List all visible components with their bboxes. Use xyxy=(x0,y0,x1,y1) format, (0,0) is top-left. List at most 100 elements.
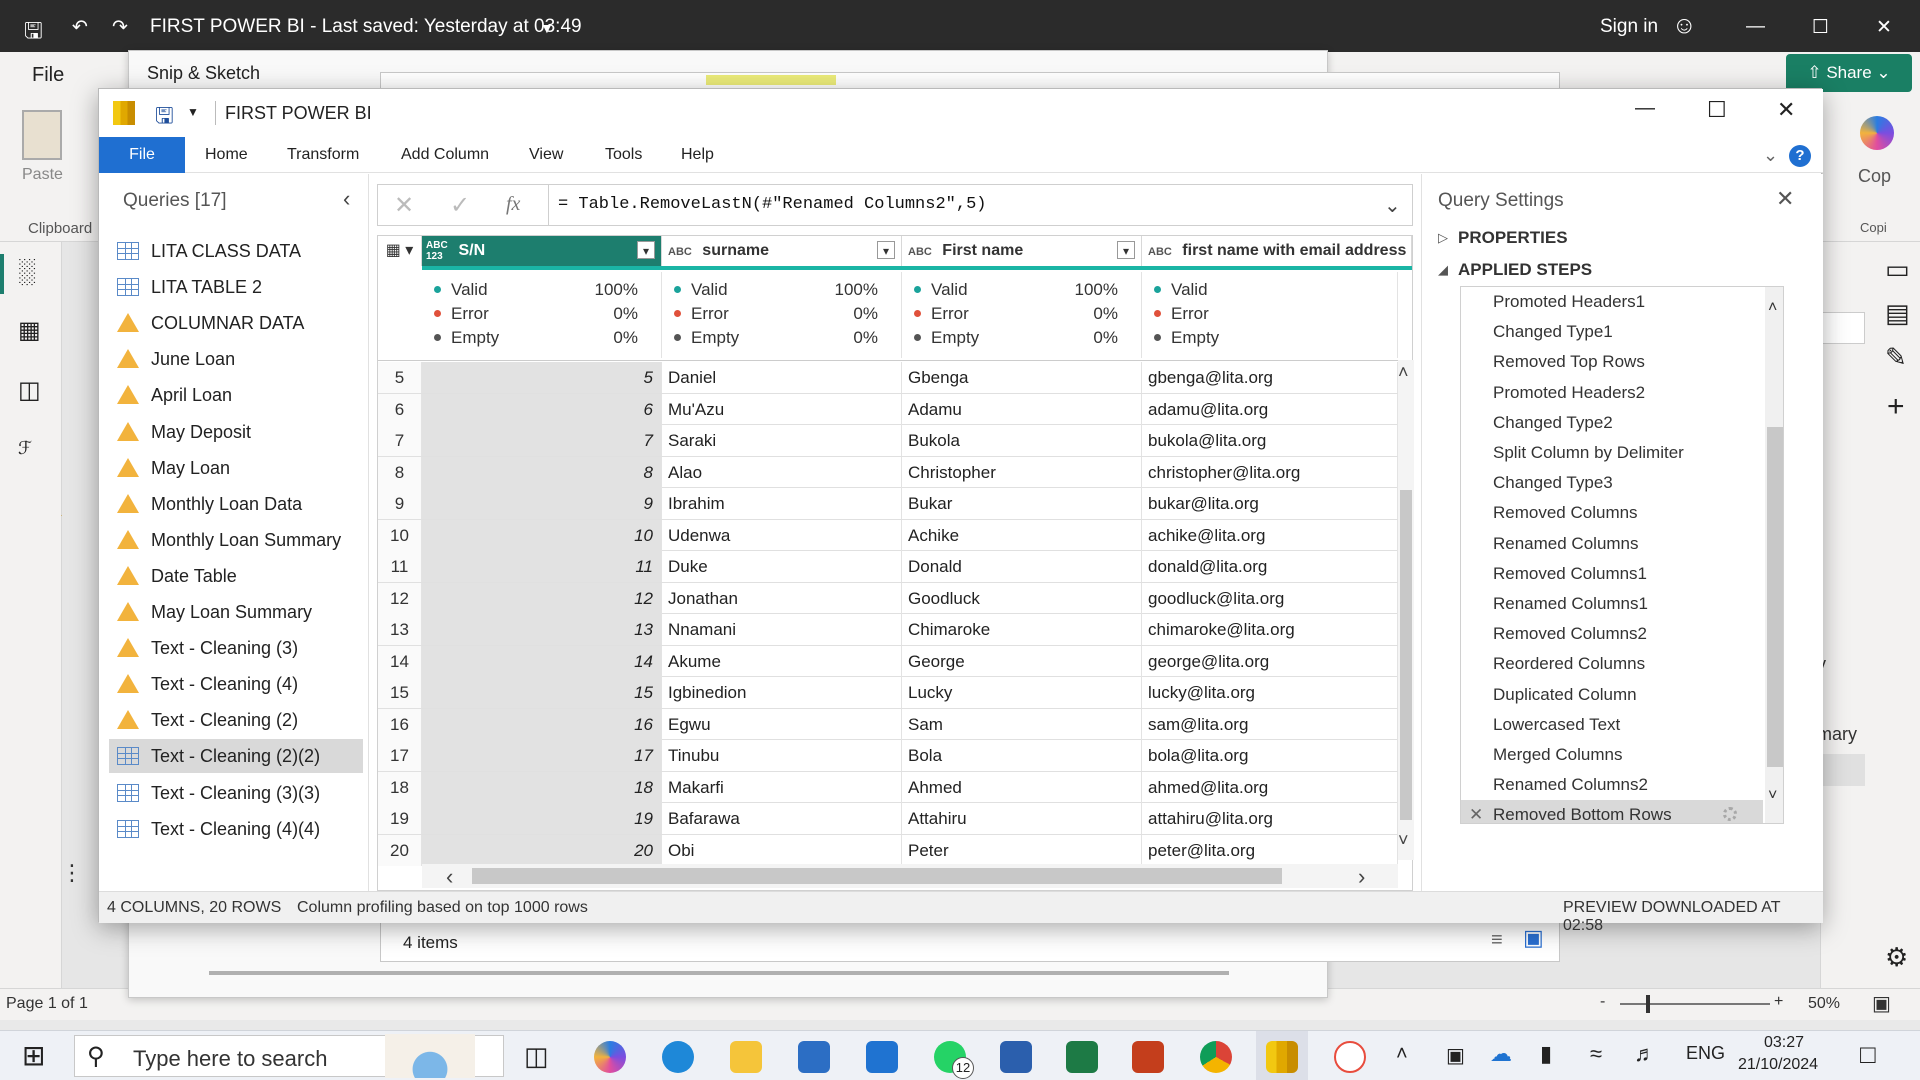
cell-first-name[interactable]: Sam xyxy=(902,708,1142,740)
cell-email[interactable]: attahiru@lita.org xyxy=(1142,803,1398,834)
cell-email[interactable]: bola@lita.org xyxy=(1142,740,1398,771)
menu-file[interactable]: File xyxy=(99,137,185,173)
cell-email[interactable]: lucky@lita.org xyxy=(1142,677,1398,708)
column-header-email[interactable]: ABC first name with email address xyxy=(1142,236,1412,266)
steps-scroll-up-icon[interactable]: ˄ xyxy=(1768,299,1777,317)
cell-surname[interactable]: Ibrahim xyxy=(662,488,902,519)
applied-steps-header[interactable]: APPLIED STEPS xyxy=(1458,260,1592,280)
minimize-icon[interactable]: — xyxy=(1746,16,1765,38)
query-item[interactable]: May Loan Summary xyxy=(117,595,367,629)
cell-sn[interactable]: 16 xyxy=(422,708,662,740)
visualizations-pane-icon[interactable]: ▤ xyxy=(1885,298,1910,329)
cell-first-name[interactable]: Peter xyxy=(902,834,1142,866)
cell-surname[interactable]: Obi xyxy=(662,834,902,866)
cell-email[interactable]: goodluck@lita.org xyxy=(1142,582,1398,614)
menu-tools[interactable]: Tools xyxy=(605,137,642,173)
row-number[interactable]: 20 xyxy=(378,834,422,866)
save-icon[interactable]: 🖫 xyxy=(24,14,43,52)
applied-steps-collapse-icon[interactable]: ◢ xyxy=(1438,262,1448,278)
model-view-icon[interactable]: ◫ xyxy=(18,376,41,405)
applied-step[interactable]: Reordered Columns xyxy=(1493,649,1783,679)
column-header-surname[interactable]: ABC surname ▾ xyxy=(662,236,902,266)
applied-step[interactable]: Changed Type2 xyxy=(1493,408,1783,438)
menu-help[interactable]: Help xyxy=(681,137,714,173)
menu-add-column[interactable]: Add Column xyxy=(401,137,489,173)
volume-icon[interactable]: ♬ xyxy=(1634,1041,1656,1067)
cell-sn[interactable]: 20 xyxy=(422,834,662,866)
report-view-icon[interactable]: ░ xyxy=(18,258,35,286)
powerbi-taskbar-icon[interactable] xyxy=(1266,1041,1298,1073)
query-item[interactable]: Text - Cleaning (2) xyxy=(117,703,367,737)
cell-email[interactable]: ahmed@lita.org xyxy=(1142,771,1398,803)
clock-time[interactable]: 03:27 xyxy=(1764,1034,1804,1052)
cell-email[interactable]: achike@lita.org xyxy=(1142,519,1398,551)
pane-selected-item[interactable] xyxy=(1821,754,1865,786)
query-item[interactable]: Text - Cleaning (3) xyxy=(117,631,367,665)
column-header-first-name[interactable]: ABC First name ▾ xyxy=(902,236,1142,266)
query-item[interactable]: Monthly Loan Summary xyxy=(117,523,367,557)
cell-email[interactable]: bukar@lita.org xyxy=(1142,488,1398,519)
cell-first-name[interactable]: Chimaroke xyxy=(902,614,1142,645)
applied-step[interactable]: Removed Columns xyxy=(1493,498,1783,528)
cell-surname[interactable]: Daniel xyxy=(662,362,902,393)
add-pane-icon[interactable]: + xyxy=(1887,390,1905,424)
taskbar-search-box[interactable]: ⚲ Type here to search xyxy=(74,1034,504,1078)
cell-surname[interactable]: Duke xyxy=(662,551,902,582)
expand-ribbon-icon[interactable]: ⌄ xyxy=(1763,137,1778,173)
row-number[interactable]: 7 xyxy=(378,425,422,456)
zoom-out-icon[interactable]: - xyxy=(1600,993,1605,1011)
file-tab[interactable]: File xyxy=(32,64,64,87)
filter-dropdown-icon[interactable]: ▾ xyxy=(637,241,655,259)
cell-email[interactable]: christopher@lita.org xyxy=(1142,456,1398,488)
table-menu-icon[interactable]: ▦ ▾ xyxy=(378,236,422,266)
step-settings-gear-icon[interactable] xyxy=(1723,807,1737,822)
cell-email[interactable]: sam@lita.org xyxy=(1142,708,1398,740)
query-item[interactable]: Text - Cleaning (4)(4) xyxy=(117,812,367,846)
query-item[interactable]: Date Table xyxy=(117,559,367,593)
wifi-icon[interactable]: ≈ xyxy=(1590,1041,1602,1067)
cancel-formula-icon[interactable]: ✕ xyxy=(394,191,414,220)
row-number[interactable]: 15 xyxy=(378,677,422,708)
query-item[interactable]: LITA CLASS DATA xyxy=(117,234,367,268)
cell-surname[interactable]: Saraki xyxy=(662,425,902,456)
cell-surname[interactable]: Igbinedion xyxy=(662,677,902,708)
cell-email[interactable]: gbenga@lita.org xyxy=(1142,362,1398,393)
cell-sn[interactable]: 14 xyxy=(422,645,662,677)
cell-first-name[interactable]: Ahmed xyxy=(902,771,1142,803)
query-item[interactable]: Text - Cleaning (4) xyxy=(117,667,367,701)
data-pane-icon[interactable]: ▭ xyxy=(1885,254,1910,285)
excel-icon[interactable] xyxy=(1066,1041,1098,1073)
applied-step[interactable]: Renamed Columns xyxy=(1493,529,1783,559)
applied-step[interactable]: Removed Top Rows xyxy=(1493,347,1783,377)
cell-sn[interactable]: 11 xyxy=(422,551,662,582)
cell-first-name[interactable]: Goodluck xyxy=(902,582,1142,614)
confirm-formula-icon[interactable]: ✓ xyxy=(450,191,470,220)
cell-surname[interactable]: Akume xyxy=(662,645,902,677)
paste-icon[interactable] xyxy=(22,110,62,160)
user-avatar-icon[interactable]: ☺ xyxy=(1672,12,1697,40)
cell-sn[interactable]: 13 xyxy=(422,614,662,645)
vertical-scrollbar[interactable]: ˄ ˅ xyxy=(1398,360,1414,860)
language-indicator[interactable]: ENG xyxy=(1686,1043,1725,1064)
redo-icon[interactable]: ↷ xyxy=(112,16,128,39)
onedrive-icon[interactable]: ☁ xyxy=(1490,1041,1512,1067)
applied-step[interactable]: Renamed Columns2 xyxy=(1493,770,1783,800)
cell-surname[interactable]: Udenwa xyxy=(662,519,902,551)
applied-step[interactable]: Merged Columns xyxy=(1493,740,1783,770)
cell-sn[interactable]: 12 xyxy=(422,582,662,614)
undo-icon[interactable]: ↶ xyxy=(72,16,88,39)
properties-header[interactable]: PROPERTIES xyxy=(1458,228,1568,248)
applied-step[interactable]: ✕ Removed Bottom Rows xyxy=(1461,800,1763,823)
steps-scroll-thumb[interactable] xyxy=(1767,427,1783,767)
cell-surname[interactable]: Tinubu xyxy=(662,740,902,771)
query-item[interactable]: May Loan xyxy=(117,451,367,485)
edge-icon[interactable] xyxy=(662,1041,694,1073)
formula-input[interactable]: = Table.RemoveLastN(#"Renamed Columns2",… xyxy=(558,195,986,214)
cell-email[interactable]: donald@lita.org xyxy=(1142,551,1398,582)
properties-expand-icon[interactable]: ▷ xyxy=(1438,230,1448,246)
scroll-up-icon[interactable]: ˄ xyxy=(1398,362,1409,383)
applied-step[interactable]: Split Column by Delimiter xyxy=(1493,438,1783,468)
share-button[interactable]: ⇧ Share ⌄ xyxy=(1786,54,1912,92)
zoom-in-icon[interactable]: + xyxy=(1774,993,1783,1011)
row-number[interactable]: 19 xyxy=(378,803,422,834)
